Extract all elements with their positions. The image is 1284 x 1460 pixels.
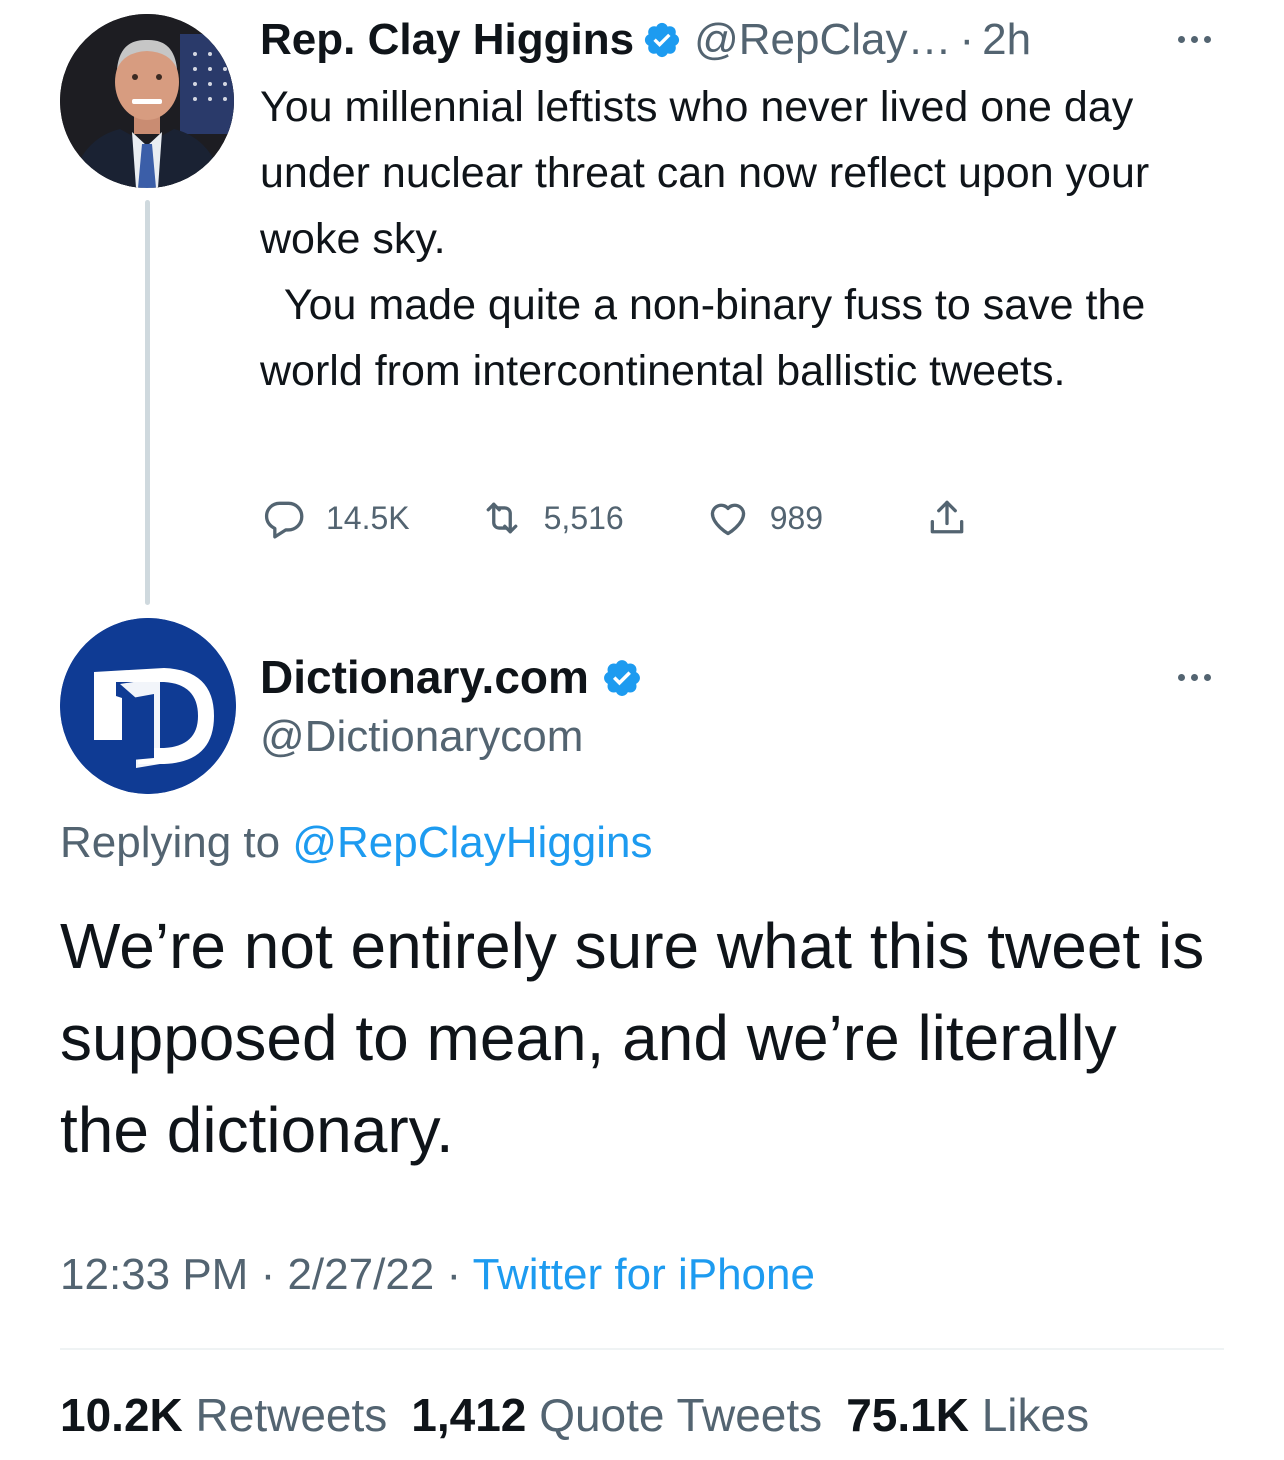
- replying-prefix: Replying to: [60, 818, 293, 867]
- verified-badge-icon: [601, 656, 643, 698]
- avatar[interactable]: [60, 14, 234, 188]
- tweet-actions: 14.5K 5,516 989: [262, 490, 969, 546]
- tweet-date[interactable]: 2/27/22: [287, 1250, 434, 1299]
- tweet-text: You millennial leftists who never lived …: [260, 83, 1150, 395]
- thread-line: [145, 200, 150, 605]
- person-portrait-icon: [60, 14, 234, 188]
- like-count: 989: [769, 499, 824, 536]
- quote-tweets-count: 1,412: [411, 1389, 527, 1441]
- reply-icon: [264, 501, 304, 539]
- quote-tweets-stat[interactable]: 1,412 Quote Tweets: [411, 1389, 822, 1441]
- retweet-icon: [486, 502, 518, 534]
- share-icon: [930, 500, 964, 534]
- tweet-header: Rep. Clay Higgins @RepClay… · 2h: [260, 12, 1031, 68]
- heart-icon: [710, 503, 745, 536]
- replying-to: Replying to @RepClayHiggins: [60, 818, 653, 868]
- retweets-label: Retweets: [195, 1389, 388, 1441]
- more-options-icon[interactable]: [1178, 36, 1211, 43]
- author-name[interactable]: Rep. Clay Higgins: [260, 15, 634, 65]
- separator-dot: ·: [434, 1250, 473, 1299]
- tweet-source-link[interactable]: Twitter for iPhone: [473, 1250, 815, 1299]
- reply-button[interactable]: 14.5K: [262, 496, 410, 540]
- replying-to-link[interactable]: @RepClayHiggins: [292, 818, 652, 867]
- retweets-count: 10.2K: [60, 1389, 183, 1441]
- tweet-text: We’re not entirely sure what this tweet …: [60, 910, 1205, 1166]
- verified-badge-icon: [642, 20, 682, 60]
- retweet-button[interactable]: 5,516: [480, 496, 624, 540]
- avatar[interactable]: [60, 618, 236, 794]
- more-options-icon[interactable]: [1178, 674, 1211, 681]
- tweet-time[interactable]: 2h: [982, 15, 1031, 65]
- likes-label: Likes: [981, 1389, 1090, 1441]
- divider: [60, 1348, 1224, 1350]
- engagement-stats: 10.2K Retweets 1,412 Quote Tweets 75.1K Li…: [60, 1388, 1089, 1442]
- retweets-stat[interactable]: 10.2K Retweets: [60, 1389, 387, 1441]
- separator-dot: ·: [959, 15, 975, 64]
- author-handle[interactable]: @Dictionarycom: [260, 712, 583, 762]
- dictionary-logo-icon: [60, 618, 236, 794]
- author-name-row: Dictionary.com: [260, 650, 643, 704]
- like-button[interactable]: 989: [706, 496, 823, 540]
- likes-stat[interactable]: 75.1K Likes: [846, 1389, 1089, 1441]
- share-button[interactable]: [925, 496, 969, 540]
- author-name[interactable]: Dictionary.com: [260, 650, 589, 704]
- retweet-count: 5,516: [543, 499, 624, 536]
- tweet-meta: 12:33 PM · 2/27/22 · Twitter for iPhone: [60, 1250, 815, 1300]
- reply-count: 14.5K: [326, 499, 410, 536]
- likes-count: 75.1K: [846, 1389, 969, 1441]
- separator-dot: ·: [248, 1250, 288, 1299]
- quote-tweets-label: Quote Tweets: [539, 1389, 823, 1441]
- author-handle[interactable]: @RepClay…: [694, 15, 951, 65]
- tweet-time[interactable]: 12:33 PM: [60, 1250, 248, 1299]
